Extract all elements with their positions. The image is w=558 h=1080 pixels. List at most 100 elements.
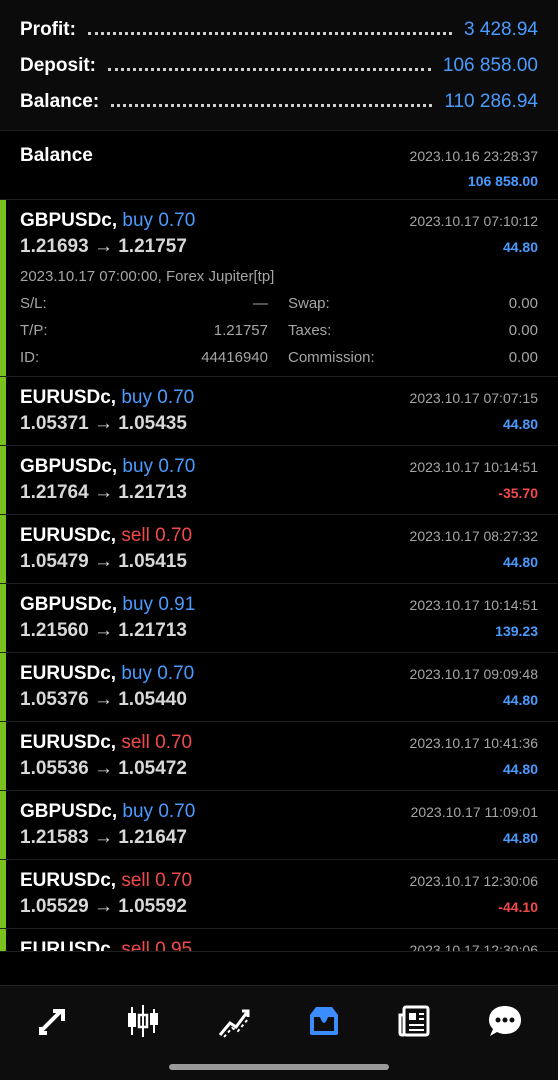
trade-pnl: -35.70 <box>498 485 538 501</box>
trade-prices: 1.05479 → 1.05415 <box>20 551 187 572</box>
history-tab[interactable] <box>296 993 352 1049</box>
trade-pnl: 44.80 <box>502 239 538 255</box>
candlestick-chart-icon <box>128 1005 159 1037</box>
profit-row: Profit: 3 428.94 <box>20 12 538 48</box>
deposit-label: Deposit: <box>20 55 96 76</box>
trade-row-partial[interactable]: EURUSDc, sell 0.95 2023.10.17 12:30:06 <box>0 929 558 952</box>
balance-entry[interactable]: Balance 2023.10.16 23:28:37 106 858.00 <box>0 131 558 200</box>
trade-symbol: EURUSDc, <box>20 870 117 891</box>
trade-row[interactable]: EURUSDc, buy 0.70 2023.10.17 07:07:15 1.… <box>0 377 558 446</box>
trade-pnl: 44.80 <box>502 830 538 846</box>
trade-time: 2023.10.17 11:09:01 <box>410 804 538 820</box>
trade-row[interactable]: GBPUSDc, buy 0.70 2023.10.17 11:09:01 1.… <box>0 791 558 860</box>
trade-row-expanded[interactable]: GBPUSDc, buy 0.70 2023.10.17 07:10:12 1.… <box>0 200 558 377</box>
trade-side: sell 0.95 <box>121 939 193 952</box>
trade-time: 2023.10.17 08:27:32 <box>409 528 538 544</box>
trade-time: 2023.10.17 09:09:48 <box>409 666 538 682</box>
news-tab[interactable] <box>386 993 442 1049</box>
trade-symbol: EURUSDc, <box>20 663 117 684</box>
trade-row[interactable]: GBPUSDc, buy 0.91 2023.10.17 10:14:51 1.… <box>0 584 558 653</box>
trade-row[interactable]: EURUSDc, sell 0.70 2023.10.17 10:41:36 1… <box>0 722 558 791</box>
dotted-leader <box>87 31 453 35</box>
bottom-navigation <box>0 985 558 1080</box>
commission-value: 0.00 <box>508 349 538 366</box>
trade-side: buy 0.70 <box>122 210 196 231</box>
trade-symbol: EURUSDc, <box>20 939 117 952</box>
trade-time: 2023.10.17 10:41:36 <box>409 735 538 751</box>
trade-details-grid: S/L: — Swap: 0.00 T/P: 1.21757 Taxes: 0.… <box>20 295 538 366</box>
trade-time: 2023.10.17 07:10:12 <box>409 213 538 229</box>
balance-entry-amount: 106 858.00 <box>467 173 538 189</box>
dotted-leader <box>108 67 431 71</box>
trade-title: GBPUSDc, buy 0.91 <box>20 594 195 616</box>
trade-prices: 1.21693 → 1.21757 <box>20 236 187 257</box>
trade-title: EURUSDc, buy 0.70 <box>20 663 194 685</box>
trade-prices: 1.05371 → 1.05435 <box>20 413 187 434</box>
commission-label: Commission: <box>288 349 375 366</box>
profit-label: Profit: <box>20 19 76 40</box>
trade-side: buy 0.91 <box>122 594 196 615</box>
home-indicator[interactable] <box>169 1064 389 1070</box>
swap-value: 0.00 <box>508 295 538 312</box>
trade-symbol: GBPUSDc, <box>20 801 118 822</box>
trade-prices: 1.21764 → 1.21713 <box>20 482 187 503</box>
trade-symbol: EURUSDc, <box>20 525 117 546</box>
messages-tab[interactable] <box>477 993 533 1049</box>
sl-label: S/L: <box>20 295 47 312</box>
trade-side: buy 0.70 <box>121 387 195 408</box>
tp-label: T/P: <box>20 322 48 339</box>
trade-pnl: 44.80 <box>502 554 538 570</box>
inbox-history-icon <box>310 1007 339 1035</box>
chart-tab[interactable] <box>115 993 171 1049</box>
trade-pnl: 44.80 <box>502 692 538 708</box>
trade-pnl: 44.80 <box>502 761 538 777</box>
trade-tab[interactable] <box>206 993 262 1049</box>
trade-pnl: 44.80 <box>502 416 538 432</box>
trade-row[interactable]: EURUSDc, sell 0.70 2023.10.17 12:30:06 1… <box>0 860 558 929</box>
trade-trend-icon <box>218 1009 250 1038</box>
trade-title: GBPUSDc, buy 0.70 <box>20 210 195 232</box>
trade-symbol: EURUSDc, <box>20 732 117 753</box>
balance-row: Balance: 110 286.94 <box>20 84 538 120</box>
trade-symbol: GBPUSDc, <box>20 594 118 615</box>
quotes-arrows-icon <box>39 1009 66 1035</box>
trade-pnl: -44.10 <box>498 899 538 915</box>
trade-title: EURUSDc, buy 0.70 <box>20 387 194 409</box>
trade-title: EURUSDc, sell 0.70 <box>20 870 192 892</box>
trade-prices: 1.05376 → 1.05440 <box>20 689 187 710</box>
trade-prices: 1.05529 → 1.05592 <box>20 896 187 917</box>
trade-time: 2023.10.17 10:14:51 <box>409 597 538 613</box>
trade-details: 2023.10.17 07:00:00, Forex Jupiter[tp] S… <box>20 268 538 366</box>
trade-symbol: EURUSDc, <box>20 387 117 408</box>
trade-title: EURUSDc, sell 0.70 <box>20 525 192 547</box>
taxes-label: Taxes: <box>288 322 332 339</box>
chat-bubble-icon <box>488 1006 521 1036</box>
trade-prices: 1.21583 → 1.21647 <box>20 827 187 848</box>
trade-prices: 1.05536 → 1.05472 <box>20 758 187 779</box>
account-summary: Profit: 3 428.94 Deposit: 106 858.00 Bal… <box>0 0 558 131</box>
id-value: 44416940 <box>201 349 268 366</box>
trade-row[interactable]: EURUSDc, buy 0.70 2023.10.17 09:09:48 1.… <box>0 653 558 722</box>
trade-open-info: 2023.10.17 07:00:00, Forex Jupiter[tp] <box>20 268 275 285</box>
deposit-row: Deposit: 106 858.00 <box>20 48 538 84</box>
trade-pnl: 139.23 <box>495 623 538 639</box>
trade-side: buy 0.70 <box>121 663 195 684</box>
balance-label: Balance: <box>20 91 100 112</box>
quotes-tab[interactable] <box>25 993 81 1049</box>
dotted-leader <box>111 103 433 107</box>
trade-row[interactable]: GBPUSDc, buy 0.70 2023.10.17 10:14:51 1.… <box>0 446 558 515</box>
trade-title: GBPUSDc, buy 0.70 <box>20 801 195 823</box>
trade-time: 2023.10.17 10:14:51 <box>409 459 538 475</box>
balance-value: 110 286.94 <box>444 91 538 112</box>
id-label: ID: <box>20 349 40 366</box>
trade-symbol: GBPUSDc, <box>20 210 118 231</box>
trade-side: sell 0.70 <box>121 732 193 753</box>
deposit-value: 106 858.00 <box>442 55 538 76</box>
trade-prices: 1.21560 → 1.21713 <box>20 620 187 641</box>
news-icon <box>398 1005 430 1037</box>
balance-entry-time: 2023.10.16 23:28:37 <box>409 148 538 164</box>
trade-side: buy 0.70 <box>122 801 196 822</box>
tp-value: 1.21757 <box>213 322 268 339</box>
profit-value: 3 428.94 <box>464 19 538 40</box>
trade-row[interactable]: EURUSDc, sell 0.70 2023.10.17 08:27:32 1… <box>0 515 558 584</box>
